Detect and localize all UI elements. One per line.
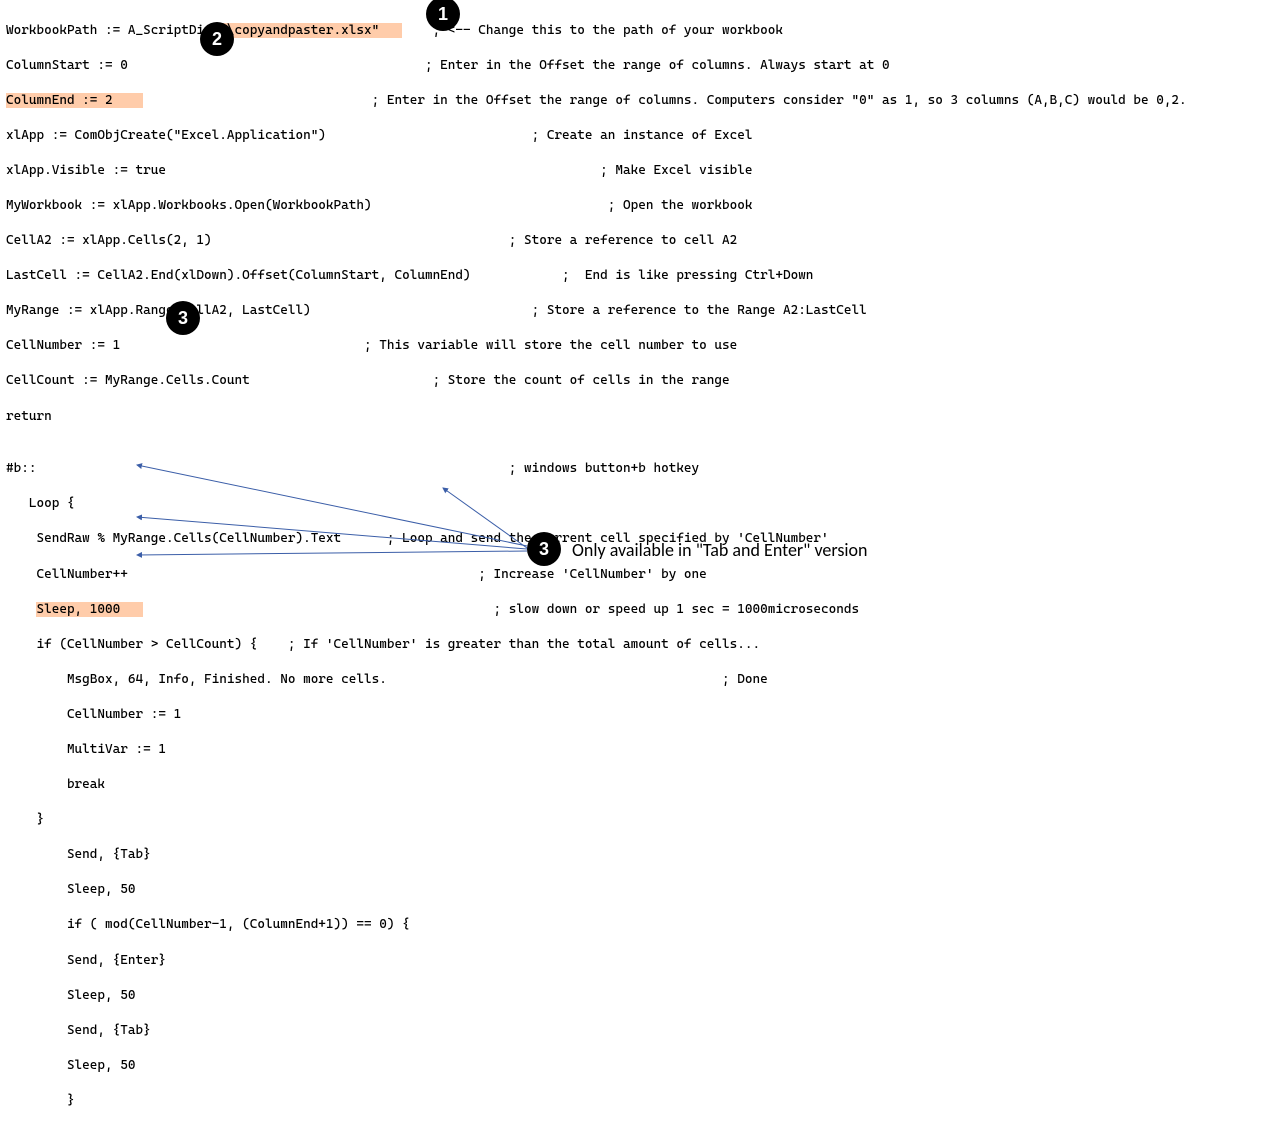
code-text: Send, {Tab} — [6, 1022, 1274, 1040]
code-text: CellNumber := 1 ; This variable will sto… — [6, 337, 1274, 355]
tab-enter-annotation: Only available in "Tab and Enter" versio… — [572, 538, 867, 562]
code-text — [6, 602, 36, 617]
code-text: return — [6, 408, 1274, 426]
code-text: xlApp := ComObjCreate("Excel.Application… — [6, 127, 1274, 145]
code-text: Send, {Enter} — [6, 952, 1274, 970]
code-block: WorkbookPath := A_ScriptDir "\copyandpas… — [6, 4, 1274, 1127]
code-text: xlApp.Visible := true ; Make Excel visib… — [6, 162, 1274, 180]
code-text: Sleep, 50 — [6, 1057, 1274, 1075]
badge-3b: 3 — [527, 532, 561, 566]
highlight-path: "\copyandpaster.xlsx" — [219, 23, 402, 38]
code-text: if ( mod(CellNumber-1, (ColumnEnd+1)) ==… — [6, 916, 1274, 934]
code-text: break — [6, 776, 1274, 794]
code-text: MyWorkbook := xlApp.Workbooks.Open(Workb… — [6, 197, 1274, 215]
code-text: Sleep, 50 — [6, 881, 1274, 899]
highlight-columnend: ColumnEnd := 2 — [6, 93, 143, 108]
code-text: ColumnStart := 0 ; Enter in the Offset t… — [6, 57, 1274, 75]
code-text: MultiVar := 1 — [6, 741, 1274, 759]
code-text: CellNumber := 1 — [6, 706, 1274, 724]
code-text: LastCell := CellA2.End(xlDown).Offset(Co… — [6, 267, 1274, 285]
code-text: } — [6, 1092, 1274, 1110]
code-text: CellCount := MyRange.Cells.Count ; Store… — [6, 372, 1274, 390]
code-text: Loop { — [6, 495, 1274, 513]
code-text: ; Enter in the Offset the range of colum… — [143, 93, 1187, 108]
highlight-sleep: Sleep, 1000 — [36, 602, 143, 617]
badge-2: 2 — [200, 22, 234, 56]
code-text: #b:: ; windows button+b hotkey — [6, 460, 1274, 478]
code-text: Send, {Tab} — [6, 846, 1274, 864]
code-text: CellA2 := xlApp.Cells(2, 1) ; Store a re… — [6, 232, 1274, 250]
code-text: ; <-- Change this to the path of your wo… — [402, 23, 783, 38]
code-text: CellNumber++ ; Increase 'CellNumber' by … — [6, 566, 1274, 584]
code-text: MsgBox, 64, Info, Finished. No more cell… — [6, 671, 1274, 689]
code-text: } — [6, 811, 1274, 829]
code-text: ; slow down or speed up 1 sec = 1000micr… — [143, 602, 859, 617]
code-text: Sleep, 50 — [6, 987, 1274, 1005]
badge-3: 3 — [166, 301, 200, 335]
code-text: WorkbookPath := A_ScriptDir — [6, 23, 219, 38]
code-text: if (CellNumber > CellCount) { ; If 'Cell… — [6, 636, 1274, 654]
